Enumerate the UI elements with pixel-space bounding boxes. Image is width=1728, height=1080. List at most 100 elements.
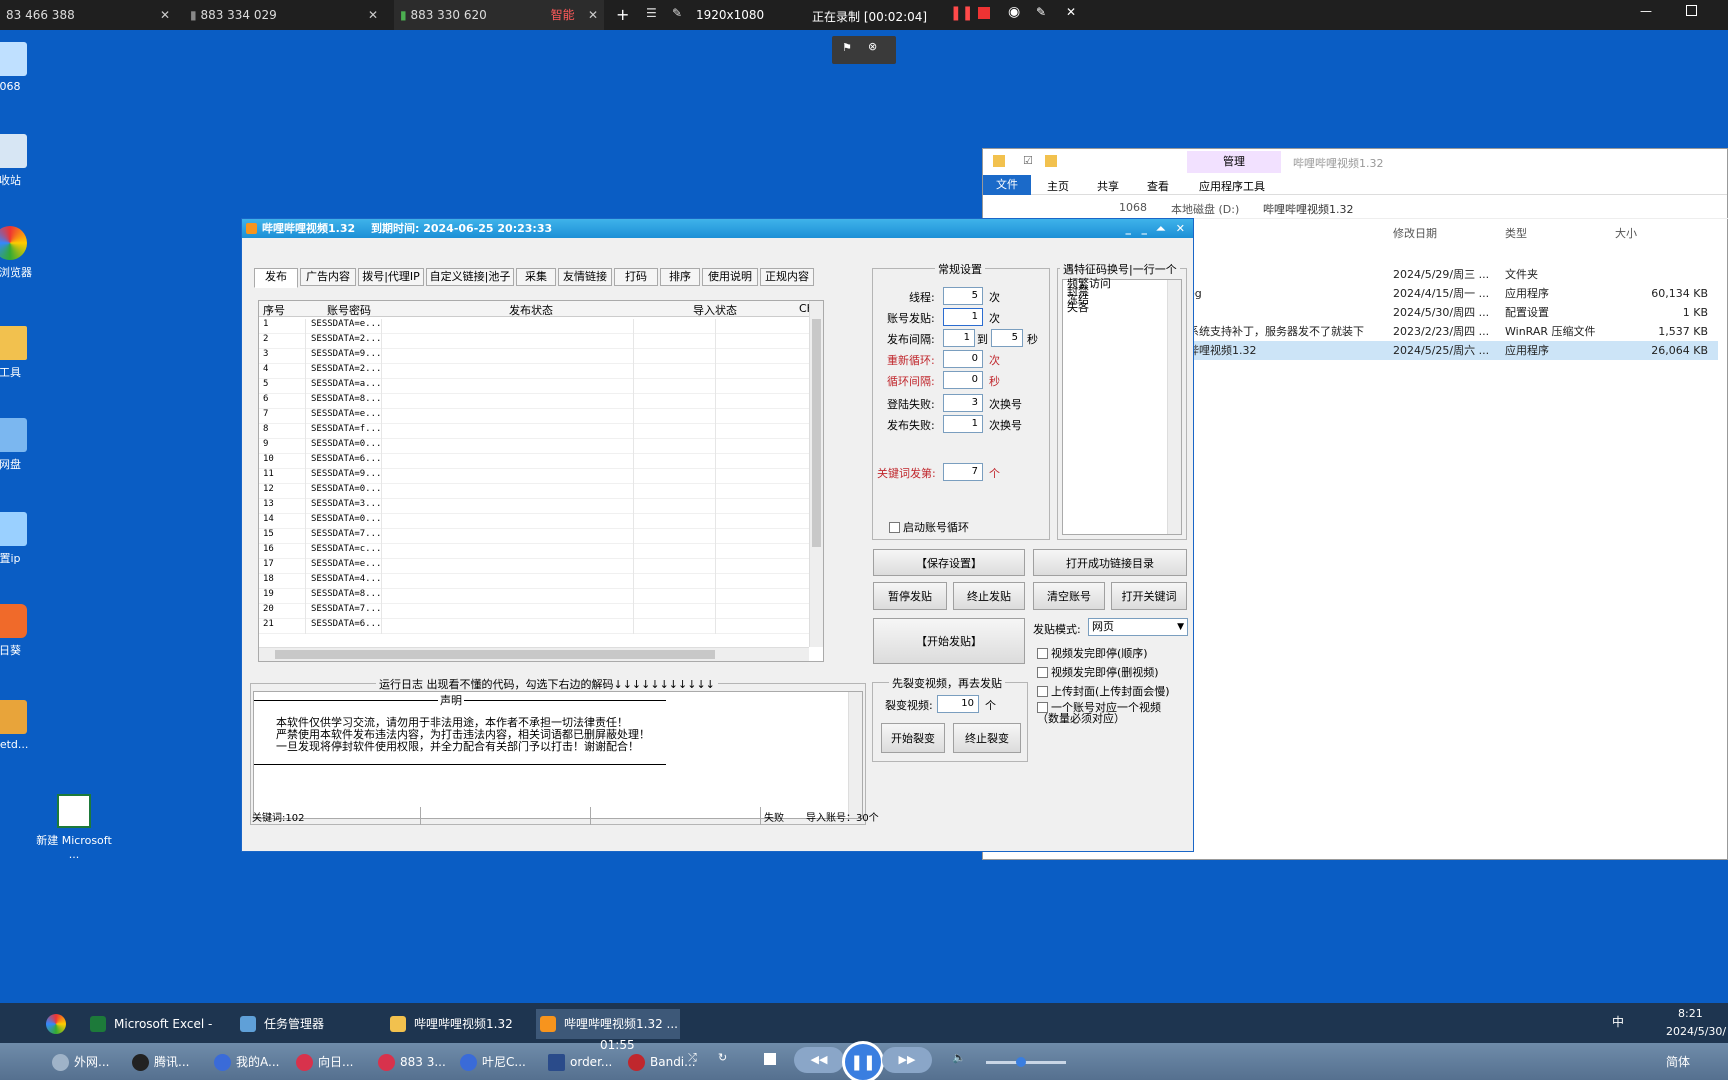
taskbar-item-folder[interactable]: 哔哩哔哩视频1.32 [386, 1009, 526, 1039]
table-row[interactable]: 18 SESSDATA=4... [259, 574, 809, 589]
menu-icon[interactable]: ☰ [646, 6, 657, 20]
pause-record-icon[interactable]: ❚❚ [950, 5, 973, 21]
checkbox-box[interactable] [1037, 667, 1048, 678]
tab-collect[interactable]: 采集 [516, 268, 556, 286]
file-row[interactable]: 2024/5/30/周四 ... 配置设置 1 KB [1188, 303, 1718, 322]
tab-instructions[interactable]: 使用说明 [702, 268, 758, 286]
player-app-item[interactable]: order... [548, 1051, 612, 1073]
breadcrumb-2[interactable]: 本地磁盘 (D:) [1171, 201, 1239, 217]
recycle-input[interactable]: 0 [943, 350, 983, 368]
flag-icon[interactable]: ⚑ [842, 41, 852, 54]
add-tab-icon[interactable]: + [616, 5, 629, 24]
open-keywords-button[interactable]: 打开关键词 [1111, 582, 1187, 610]
minimize-icon[interactable]: _ [1126, 219, 1132, 238]
col-date[interactable]: 修改日期 [1393, 225, 1437, 241]
player-app-item[interactable]: 外网... [52, 1051, 109, 1073]
stop-split-button[interactable]: 终止裂变 [953, 723, 1021, 753]
feature-code-scrollbar[interactable] [1167, 280, 1181, 534]
ribbon-tab-share[interactable]: 共享 [1097, 178, 1119, 194]
clear-accounts-button[interactable]: 清空账号 [1033, 582, 1105, 610]
grid-vertical-scrollbar[interactable] [809, 301, 823, 647]
file-row[interactable]: eg 2024/4/15/周一 ... 应用程序 60,134 KB [1188, 284, 1718, 303]
table-row[interactable]: 2 SESSDATA=2... [259, 334, 809, 349]
close-icon[interactable]: ✕ [160, 0, 170, 30]
remote-tab-3[interactable]: ▮ 883 330 620 智能 ✕ [394, 0, 604, 30]
ribbon-tab-file[interactable]: 文件 [983, 175, 1031, 195]
start-split-button[interactable]: 开始裂变 [881, 723, 945, 753]
table-row[interactable]: 17 SESSDATA=e... [259, 559, 809, 574]
camera-icon[interactable]: ◉ [1008, 4, 1020, 20]
col-size[interactable]: 大小 [1615, 225, 1637, 241]
player-app-item[interactable]: 叶尼C... [460, 1051, 526, 1073]
split-count-input[interactable]: 10 [937, 695, 979, 713]
col-index[interactable]: 序号 [263, 302, 285, 318]
maximize-icon[interactable]: ⏶ [1156, 219, 1165, 238]
tab-publish[interactable]: 发布 [254, 268, 298, 288]
taskbar-item-excel[interactable]: Microsoft Excel - ... [86, 1009, 226, 1061]
option-stop-after-videos-ordered[interactable]: 视频发完即停(顺序) [1037, 645, 1148, 661]
desktop-icon[interactable]: 置ip [0, 512, 50, 566]
tab-captcha[interactable]: 打码 [614, 268, 658, 286]
account-post-input[interactable]: 1 [943, 308, 983, 326]
remote-tab-2[interactable]: ▮ 883 334 029 ✕ [184, 0, 384, 30]
taskbar-item-bilibili-app[interactable]: 哔哩哔哩视频1.32 ... [536, 1009, 680, 1039]
pen-icon[interactable]: ✎ [1036, 5, 1046, 19]
tab-dial-proxy[interactable]: 拨号|代理IP [358, 268, 424, 286]
player-app-item[interactable]: 我的A... [214, 1051, 279, 1073]
stop-record-icon[interactable] [978, 7, 990, 19]
feature-code-textarea[interactable]: 频繁访问 封禁 冻结 失各 [1062, 278, 1182, 535]
log-scrollbar[interactable] [848, 692, 862, 818]
loop-interval-input[interactable]: 0 [943, 371, 983, 389]
table-row[interactable]: 4 SESSDATA=2... [259, 364, 809, 379]
tab-regular-content[interactable]: 正规内容 [760, 268, 814, 286]
post-mode-select[interactable]: 网页 ▼ [1088, 618, 1188, 636]
pause-post-button[interactable]: 暂停发贴 [873, 582, 947, 610]
player-app-item[interactable]: Bandi... [628, 1051, 696, 1073]
option-one-video-per-account[interactable]: 一个账号对应一个视频（数量必须对应） [1037, 702, 1177, 724]
post-fail-input[interactable]: 1 [943, 415, 983, 433]
fast-forward-button[interactable]: ▶▶ [882, 1047, 932, 1073]
desktop-icon[interactable]: 速浏览器 [0, 226, 50, 280]
ime-indicator[interactable]: 中 [1612, 1013, 1624, 1030]
col-import-status[interactable]: 导入状态 [693, 302, 737, 318]
player-app-item[interactable]: 883 3... [378, 1051, 446, 1073]
grid-horizontal-scrollbar[interactable] [259, 647, 809, 661]
manage-tab[interactable]: 管理 [1187, 151, 1281, 173]
option-upload-cover[interactable]: 上传封面(上传封面会慢) [1037, 683, 1170, 699]
chevron-down-icon[interactable]: ▼ [1177, 619, 1184, 635]
checkbox-box[interactable] [1037, 686, 1048, 697]
player-app-item[interactable]: 腾讯... [132, 1051, 189, 1073]
log-textarea[interactable]: 声明 本软件仅供学习交流，请勿用于非法用途，本作者不承担一切法律责任！ 严禁使用… [253, 691, 863, 819]
ribbon-tab-view[interactable]: 查看 [1147, 178, 1169, 194]
table-row[interactable]: 19 SESSDATA=8... [259, 589, 809, 604]
pause-button[interactable]: ❚❚ [842, 1041, 884, 1080]
desktop-icon[interactable]: 网盘 [0, 418, 50, 472]
enable-loop-checkbox[interactable]: 启动账号循环 [889, 519, 969, 535]
volume-handle[interactable] [1016, 1057, 1026, 1067]
checkbox-icon[interactable]: ☑ [1023, 154, 1033, 167]
breadcrumb-1[interactable]: 1068 [1119, 201, 1147, 214]
keyword-post-input[interactable]: 7 [943, 463, 983, 481]
option-stop-after-videos-delete[interactable]: 视频发完即停(删视频) [1037, 664, 1159, 680]
ribbon-tab-home[interactable]: 主页 [1047, 178, 1069, 194]
file-row[interactable]: 系统支持补丁，服务器发不了就装下 2023/2/23/周四 ... WinRAR… [1188, 322, 1718, 341]
stop-icon[interactable] [764, 1053, 776, 1065]
desktop-icon[interactable]: 日葵 [0, 604, 50, 658]
repeat-icon[interactable]: ↻ [718, 1051, 727, 1064]
close-icon[interactable]: ✕ [588, 0, 598, 30]
pin-icon[interactable]: ✎ [672, 6, 682, 20]
table-row[interactable]: 21 SESSDATA=6... [259, 619, 809, 634]
remote-tab-1[interactable]: 83 466 388 ✕ [0, 0, 176, 30]
table-row[interactable]: 13 SESSDATA=3... [259, 499, 809, 514]
login-fail-input[interactable]: 3 [943, 394, 983, 412]
tab-friend-links[interactable]: 友情链接 [558, 268, 612, 286]
table-row[interactable]: 15 SESSDATA=7... [259, 529, 809, 544]
col-publish-status[interactable]: 发布状态 [509, 302, 553, 318]
save-settings-button[interactable]: 【保存设置】 [873, 549, 1025, 576]
threads-input[interactable]: 5 [943, 287, 983, 305]
minimize-icon[interactable]: — [1640, 4, 1652, 18]
desktop-icon[interactable]: 收站 [0, 134, 50, 188]
desktop-icon[interactable]: 068 [0, 42, 50, 93]
rewind-button[interactable]: ◀◀ [794, 1047, 844, 1073]
close-icon[interactable]: ✕ [368, 0, 378, 30]
